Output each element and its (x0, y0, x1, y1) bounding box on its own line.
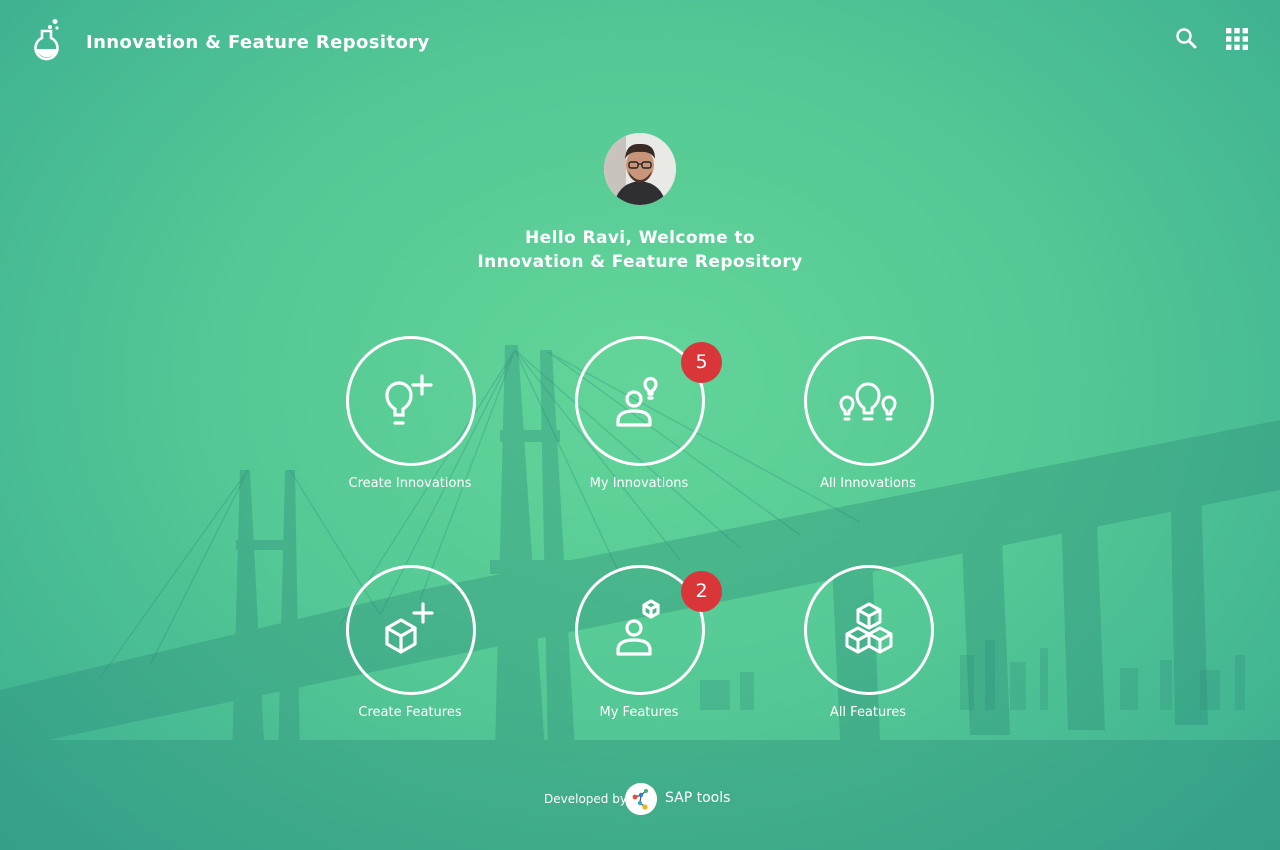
flask-icon[interactable] (30, 18, 64, 62)
tile-label: All Features (829, 705, 907, 720)
app-header: Innovation & Feature Repository (0, 0, 1280, 86)
welcome-line-2: Innovation & Feature Repository (477, 252, 803, 272)
tile-create-features[interactable]: Create Features (320, 565, 500, 735)
cube-plus-icon (385, 602, 434, 654)
tile-my-features[interactable]: 2 My Features (549, 565, 729, 735)
tile-label: Create Features (358, 705, 462, 720)
tile-label: All Innovations (820, 476, 916, 491)
developed-by-label: Developed by (544, 792, 627, 806)
tile-all-innovations[interactable]: All Innovations (778, 336, 958, 506)
tile-my-innovations[interactable]: 5 My Innovations (549, 336, 729, 506)
user-photo (604, 133, 676, 205)
search-icon[interactable] (1174, 26, 1200, 52)
tile-all-features[interactable]: All Features (778, 565, 958, 735)
welcome-line-1: Hello Ravi, Welcome to (525, 228, 755, 248)
home-screen: Innovation & Feature Repository Hello Ra… (0, 0, 1280, 850)
tile-circle[interactable] (804, 565, 934, 695)
tile-label: My Innovations (589, 476, 689, 491)
cubes-icon (845, 602, 893, 654)
avatar[interactable] (604, 133, 676, 205)
notification-badge: 2 (681, 571, 722, 612)
tile-circle[interactable] (346, 336, 476, 466)
lightbulb-plus-icon (385, 374, 433, 425)
app-grid-icon[interactable] (1224, 26, 1250, 52)
tile-circle[interactable] (804, 336, 934, 466)
app-title: Innovation & Feature Repository (86, 32, 430, 53)
notification-badge: 5 (681, 342, 722, 383)
sap-tools-link[interactable]: SAP tools (665, 790, 730, 806)
footer: Developed by SAP tools (0, 782, 1280, 816)
tile-label: My Features (599, 705, 679, 720)
lightbulbs-icon (839, 382, 897, 421)
sap-tools-logo[interactable] (625, 783, 657, 815)
tile-create-innovations[interactable]: Create Innovations (320, 336, 500, 506)
tile-label: Create Innovations (348, 476, 472, 491)
tile-circle[interactable] (346, 565, 476, 695)
welcome-message: Hello Ravi, Welcome to Innovation & Feat… (340, 226, 940, 274)
